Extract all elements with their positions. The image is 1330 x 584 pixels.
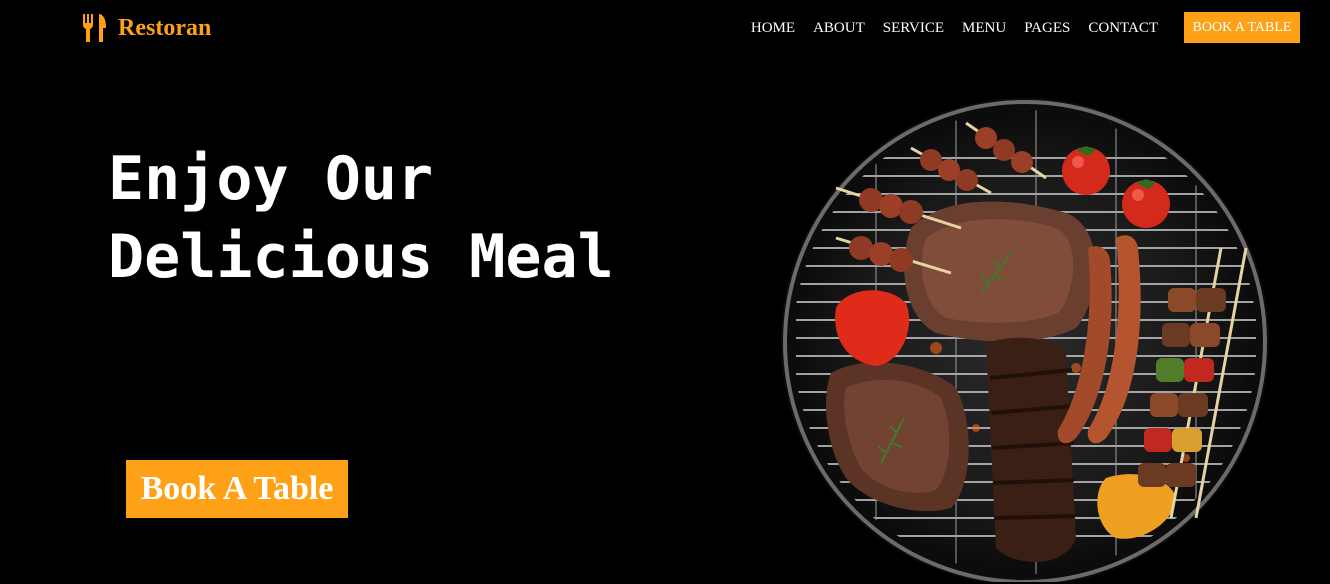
brand-logo[interactable]: Restoran [80,12,211,44]
book-a-table-nav-button[interactable]: BOOK A TABLE [1184,12,1300,43]
brand-name: Restoran [118,15,212,41]
nav-home[interactable]: HOME [751,18,795,38]
nav-contact[interactable]: CONTACT [1088,18,1158,38]
hero-title-line1: Enjoy Our [108,144,434,214]
nav-menu[interactable]: MENU [962,18,1006,38]
hero-title: Enjoy Our Delicious Meal [108,140,708,296]
navbar: Restoran HOME ABOUT SERVICE MENU PAGES C… [0,0,1330,56]
main-nav: HOME ABOUT SERVICE MENU PAGES CONTACT [751,18,1158,38]
nav-service[interactable]: SERVICE [883,18,944,38]
hero-title-line2: Delicious Meal [108,222,614,292]
grilled-barbecue-image [781,98,1269,582]
nav-about[interactable]: ABOUT [813,18,865,38]
utensils-icon [83,14,106,42]
book-a-table-hero-button[interactable]: Book A Table [126,460,348,518]
nav-pages[interactable]: PAGES [1024,18,1070,38]
